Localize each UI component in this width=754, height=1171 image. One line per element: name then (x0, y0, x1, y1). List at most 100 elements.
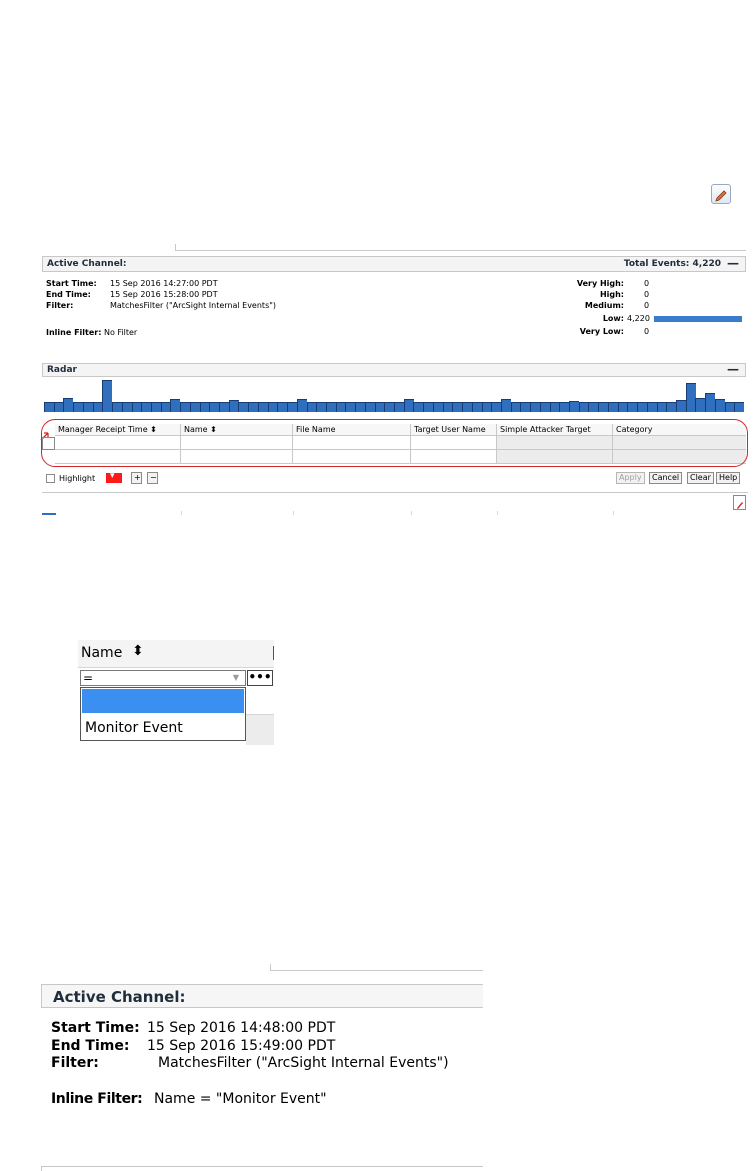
radar-bar[interactable] (345, 402, 356, 412)
radar-bar[interactable] (530, 402, 541, 412)
radar-bar[interactable] (277, 402, 288, 412)
radar-bar[interactable] (199, 402, 210, 412)
radar-bar[interactable] (627, 402, 638, 412)
radar-bar[interactable] (141, 402, 152, 412)
sort-icon[interactable]: ⬍ (132, 643, 144, 659)
radar-bar[interactable] (423, 402, 434, 412)
cancel-button[interactable]: Cancel (649, 472, 683, 484)
radar-bar[interactable] (170, 399, 181, 412)
radar-bar[interactable] (705, 393, 716, 412)
remove-highlight-button[interactable]: − (147, 472, 158, 484)
inline-filter-value: Name = "Monitor Event" (154, 1091, 327, 1107)
radar-bar[interactable] (121, 402, 132, 412)
status-row (42, 492, 748, 515)
radar-collapse-button[interactable]: — (727, 362, 739, 376)
radar-bar[interactable] (714, 399, 725, 412)
radar-bar[interactable] (73, 402, 84, 412)
value-dropdown-list[interactable]: Monitor Event (80, 687, 246, 741)
radar-bar[interactable] (520, 402, 531, 412)
radar-bar[interactable] (656, 402, 667, 412)
highlight-checkbox[interactable] (46, 474, 55, 483)
radar-bar[interactable] (646, 402, 657, 412)
radar-bar[interactable] (287, 402, 298, 412)
radar-bar[interactable] (695, 398, 706, 412)
radar-bar[interactable] (189, 402, 200, 412)
radar-bar[interactable] (481, 402, 492, 412)
edit-icon[interactable] (733, 495, 746, 510)
radar-bar[interactable] (510, 402, 521, 412)
apply-button[interactable]: Apply (616, 472, 645, 484)
collapse-button[interactable]: — (727, 256, 739, 270)
radar-bar[interactable] (675, 400, 686, 412)
highlight-color-swatch[interactable]: ▾ (106, 471, 122, 483)
dropdown-option-monitor-event[interactable]: Monitor Event (85, 720, 183, 736)
radar-bar[interactable] (316, 402, 327, 412)
radar-bar[interactable] (462, 402, 473, 412)
add-highlight-button[interactable]: + (131, 472, 142, 484)
radar-bar[interactable] (569, 401, 579, 412)
radar-bar[interactable] (364, 402, 375, 412)
radar-bar[interactable] (403, 399, 414, 412)
name-column-title[interactable]: Name (81, 645, 122, 661)
radar-bar[interactable] (219, 402, 229, 412)
radar-bar[interactable] (355, 402, 366, 412)
radar-bar[interactable] (306, 402, 317, 412)
radar-bar[interactable] (209, 402, 220, 412)
radar-bar[interactable] (325, 402, 336, 412)
radar-bar[interactable] (471, 402, 482, 412)
radar-bar[interactable] (452, 402, 463, 412)
edit-icon[interactable] (711, 184, 731, 204)
radar-bar[interactable] (267, 402, 278, 412)
radar-bar[interactable] (617, 402, 628, 412)
radar-bar[interactable] (92, 402, 103, 412)
radar-bar[interactable] (63, 398, 74, 412)
radar-bar[interactable] (238, 402, 249, 412)
chevron-down-icon[interactable]: ▼ (229, 673, 243, 683)
help-button[interactable]: Help (716, 472, 741, 484)
more-options-button[interactable]: ••• (247, 670, 273, 686)
radar-bar[interactable] (335, 402, 346, 412)
radar-bar[interactable] (598, 402, 609, 412)
radar-bar[interactable] (637, 402, 648, 412)
radar-bar[interactable] (666, 402, 677, 412)
radar-bar[interactable] (578, 402, 589, 412)
radar-bar[interactable] (500, 399, 511, 412)
radar-bar[interactable] (150, 402, 161, 412)
radar-histogram[interactable] (44, 378, 745, 412)
radar-bar[interactable] (160, 402, 171, 412)
radar-bar[interactable] (432, 402, 443, 412)
radar-bar[interactable] (685, 383, 696, 412)
radar-bar[interactable] (588, 402, 599, 412)
operator-combo[interactable]: = ▼ (80, 670, 246, 686)
radar-bar[interactable] (549, 402, 560, 412)
dropdown-selected-empty[interactable] (82, 689, 244, 713)
radar-bar[interactable] (53, 402, 64, 412)
radar-bar[interactable] (559, 402, 570, 412)
radar-bar[interactable] (724, 402, 735, 412)
column-divider (181, 511, 182, 515)
radar-bar[interactable] (131, 402, 142, 412)
radar-bar[interactable] (539, 402, 550, 412)
radar-bar[interactable] (296, 399, 307, 412)
clear-button[interactable]: Clear (687, 472, 714, 484)
radar-bar[interactable] (102, 380, 113, 412)
radar-bar[interactable] (442, 402, 453, 412)
radar-bar[interactable] (734, 402, 745, 412)
radar-bar[interactable] (112, 402, 123, 412)
radar-bar[interactable] (374, 402, 385, 412)
severity-very-high-label: Very High: (576, 279, 624, 288)
status-indicator (42, 513, 56, 515)
radar-bar[interactable] (257, 402, 268, 412)
radar-bar[interactable] (44, 402, 54, 412)
severity-very-high-value: 0 (644, 279, 650, 288)
radar-bar[interactable] (394, 402, 404, 412)
radar-bar[interactable] (413, 402, 424, 412)
radar-bar[interactable] (180, 402, 191, 412)
inline-filter-label: Inline Filter: (46, 328, 102, 337)
radar-bar[interactable] (384, 402, 395, 412)
radar-bar[interactable] (491, 402, 502, 412)
radar-bar[interactable] (248, 402, 259, 412)
radar-bar[interactable] (82, 402, 93, 412)
radar-bar[interactable] (228, 400, 239, 412)
radar-bar[interactable] (607, 402, 618, 412)
